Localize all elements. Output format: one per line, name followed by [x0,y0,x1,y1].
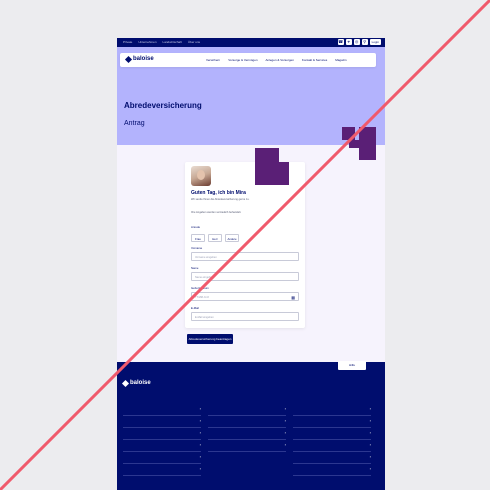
anrede-option-herr[interactable]: Herr [208,234,222,242]
footer-logo-text: baloise [130,380,151,386]
footer-link[interactable]: › [123,464,201,476]
chevron-right-icon: › [284,406,286,411]
chevron-right-icon: › [369,430,371,435]
top-link[interactable]: Über uns [188,40,200,44]
footer-column-2: › › › › [208,397,286,452]
anrede-label: Anrede [191,225,201,229]
footer-link[interactable]: › [123,404,201,416]
top-link[interactable]: Private [123,40,132,44]
footer-logo[interactable]: baloise [121,379,151,387]
footer-link[interactable]: › [293,404,371,416]
footer: baloise › › › › › › › › › › › › › › › › [117,362,385,490]
logo-text: baloise [133,56,154,62]
geburtsdatum-label: Geburtsdatum [191,286,209,290]
page-title: Abredeversicherung [124,101,202,110]
anrede-option-frau[interactable]: Frau [191,234,205,242]
chevron-right-icon: › [199,430,201,435]
top-bar: Private Unternehmen Landwirtschaft Über … [117,38,385,47]
footer-link[interactable]: › [293,440,371,452]
calendar-icon[interactable]: ▦ [291,293,295,302]
advisor-avatar [191,166,211,186]
vorname-field[interactable]: Vorname eingeben [191,252,299,261]
hero-section: baloise Versichern Vorsorge & Vermögen A… [117,47,385,160]
chevron-right-icon: › [284,430,286,435]
page-subtitle: Antrag [124,120,145,127]
submit-button[interactable]: Abredeversicherung beantragen [187,334,233,344]
chevron-right-icon: › [369,418,371,423]
phone-icon[interactable]: ☎ [337,39,344,45]
login-button[interactable]: Login [369,39,381,45]
avatar-face [197,170,205,180]
nav-item[interactable]: Kontakt & Services [302,58,327,62]
chevron-right-icon: › [369,406,371,411]
footer-link[interactable]: › [208,440,286,452]
search-icon[interactable]: ⚲ [361,39,368,45]
chevron-right-icon: › [199,454,201,459]
footer-column-3: › › › › › › [293,397,371,476]
chevron-right-icon: › [199,442,201,447]
chevron-right-icon: › [369,442,371,447]
main-nav: baloise Versichern Vorsorge & Vermögen A… [120,53,376,67]
nav-item[interactable]: Anlegen & Vorsorgen [266,58,294,62]
location-icon[interactable]: ⌖ [345,39,352,45]
footer-link[interactable]: › [123,452,201,464]
help-button[interactable]: Hilfe [338,361,366,370]
decor-block [359,127,376,160]
baloise-logo-icon [121,379,130,387]
nav-item[interactable]: Vorsorge & Vermögen [228,58,257,62]
name-label: Name [191,266,199,270]
baloise-logo-icon [124,55,133,63]
chevron-right-icon: › [199,406,201,411]
application-form: Guten Tag, ich bin Mira Wir sende Ihnen … [185,162,305,328]
email-field[interactable]: E-Mail eingeben [191,312,299,321]
footer-link[interactable]: › [208,428,286,440]
decor-block [255,148,279,185]
decor-block [349,140,359,148]
footer-link[interactable]: › [208,416,286,428]
name-field[interactable]: Name eingeben [191,272,299,281]
footer-link[interactable]: › [208,404,286,416]
greeting: Guten Tag, ich bin Mira [191,190,246,196]
geburtsdatum-field[interactable]: TT.MM.JJJJ ▦ [191,292,299,301]
chevron-right-icon: › [199,466,201,471]
chevron-right-icon: › [369,466,371,471]
email-label: E-Mail [191,306,199,310]
chevron-right-icon: › [284,418,286,423]
intro-text: Wir sende Ihnen die Abredeversicherung g… [191,198,250,201]
logo[interactable]: baloise [124,55,154,63]
anrede-option-andere[interactable]: Andere [225,234,239,242]
nav-item[interactable]: Versichern [206,58,220,62]
intro-text-2: Ihre Angaben werden vertraulich behandel… [191,211,242,214]
footer-link[interactable]: › [293,452,371,464]
top-link[interactable]: Unternehmen [138,40,156,44]
chevron-right-icon: › [369,454,371,459]
vorname-label: Vorname [191,246,203,250]
chevron-right-icon: › [199,418,201,423]
nav-item[interactable]: Magazin [335,58,346,62]
footer-link[interactable]: › [293,464,371,476]
footer-link[interactable]: › [293,416,371,428]
footer-link[interactable]: › [123,440,201,452]
language-icon[interactable]: ◎ [353,39,360,45]
top-link[interactable]: Landwirtschaft [163,40,182,44]
footer-link[interactable]: › [123,416,201,428]
chevron-right-icon: › [284,442,286,447]
geburtsdatum-placeholder: TT.MM.JJJJ [195,296,209,299]
page: Private Unternehmen Landwirtschaft Über … [117,38,385,490]
footer-column-1: › › › › › › [123,397,201,476]
footer-link[interactable]: › [293,428,371,440]
decor-block [342,127,355,140]
footer-link[interactable]: › [123,428,201,440]
decor-block [279,162,289,185]
